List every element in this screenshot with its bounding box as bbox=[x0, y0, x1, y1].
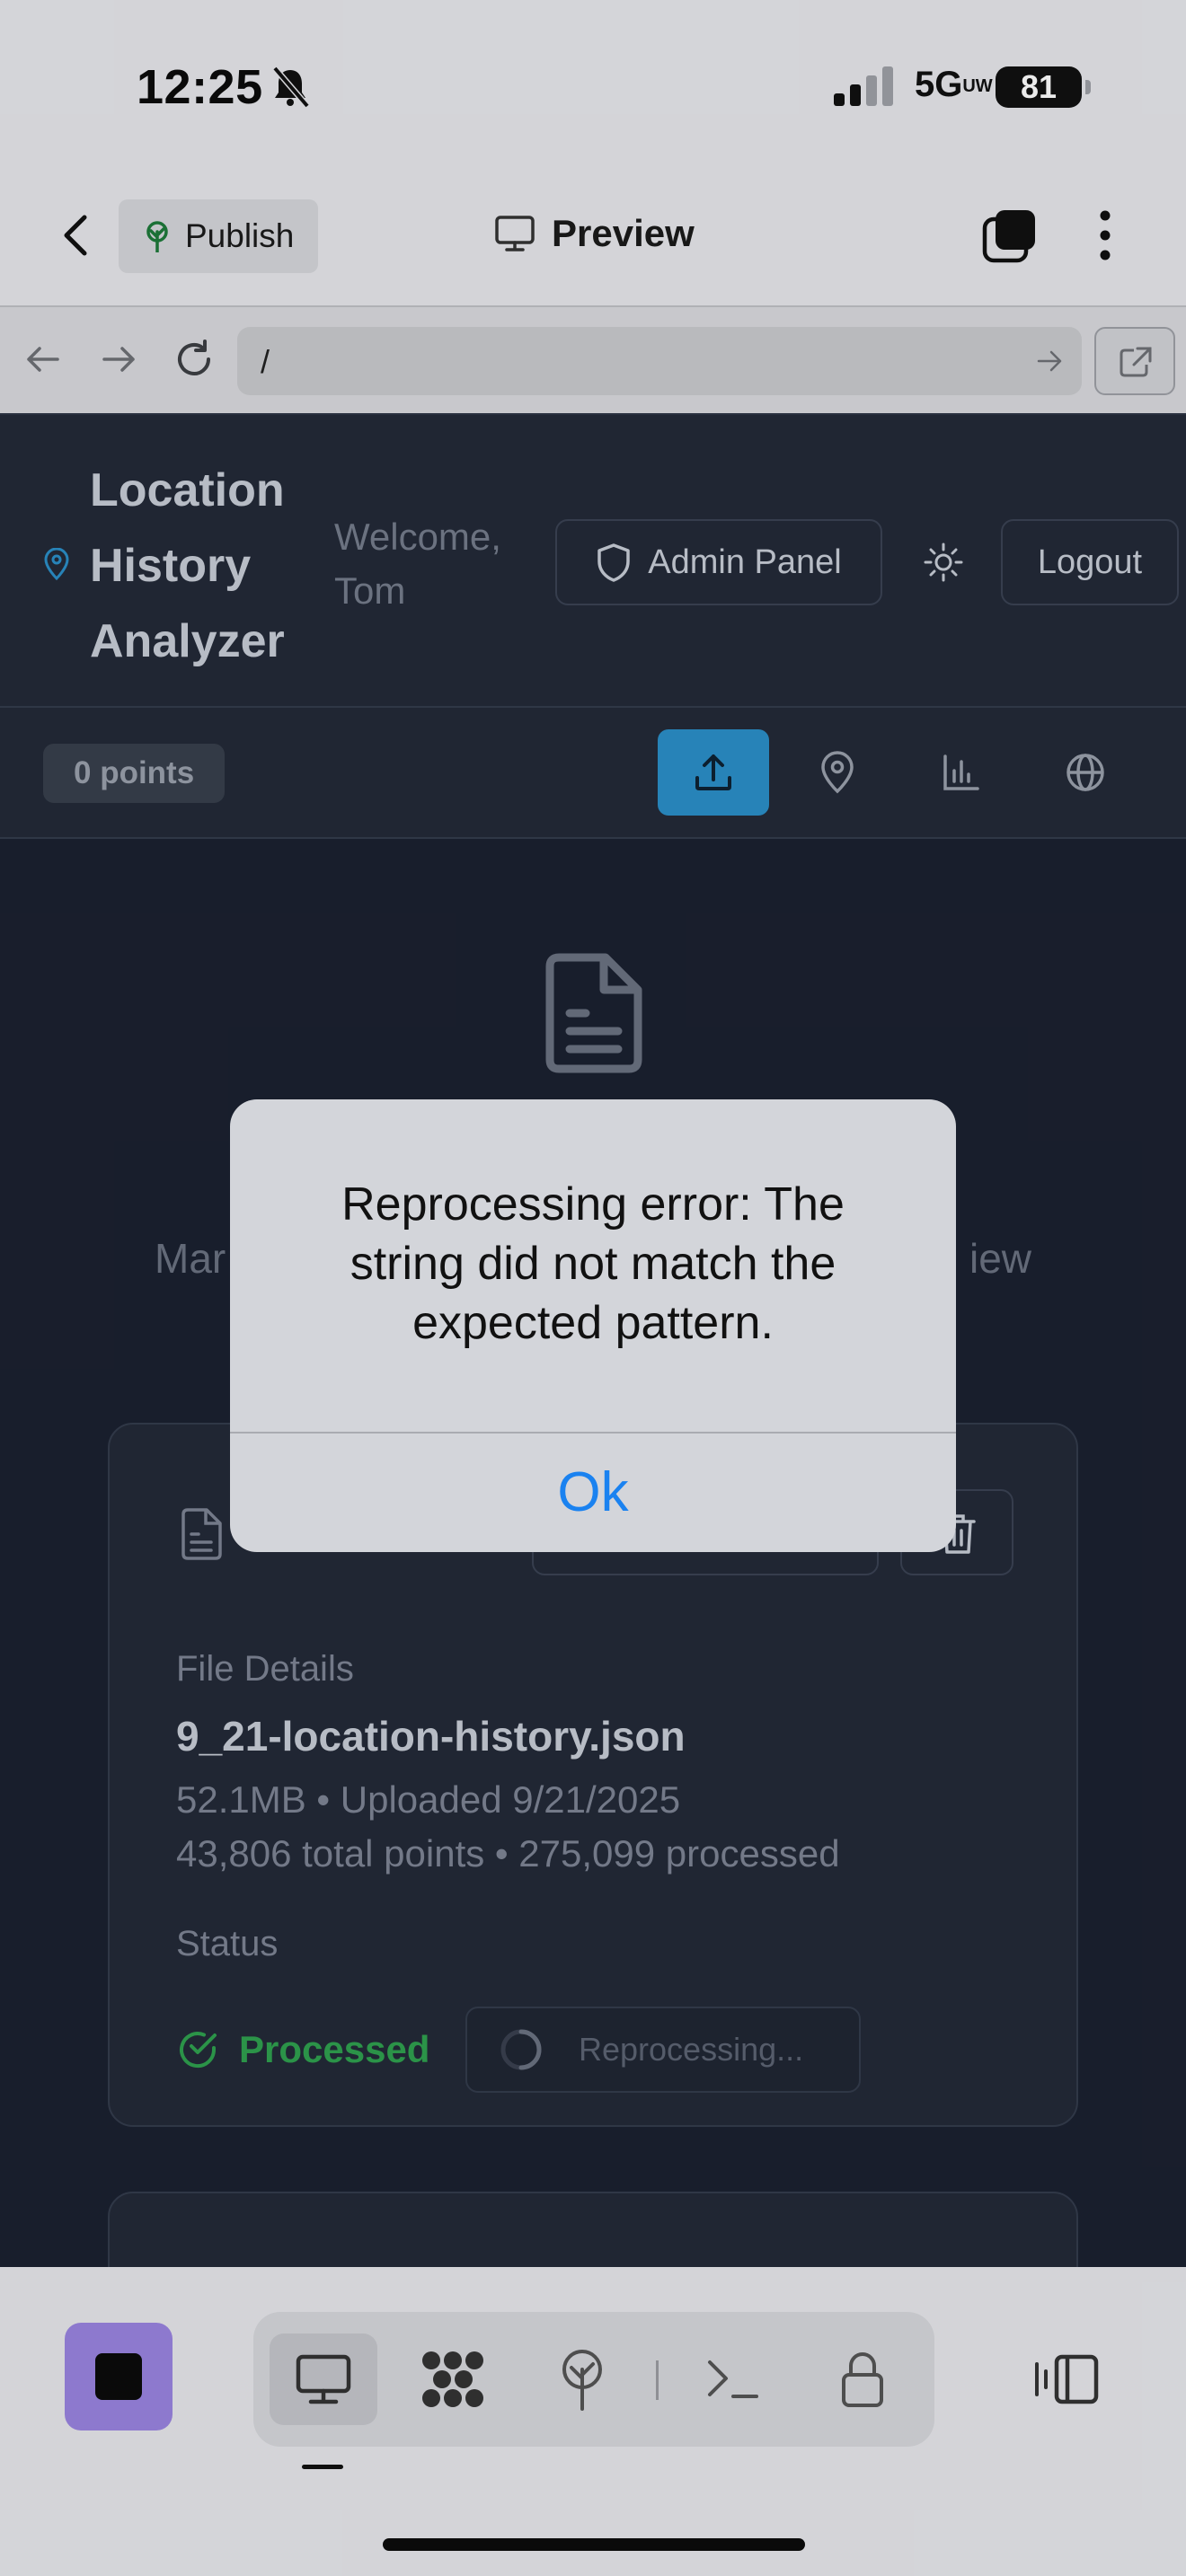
alert-dialog: Reprocessing error: The string did not m… bbox=[230, 1099, 956, 1552]
alert-message: Reprocessing error: The string did not m… bbox=[341, 1178, 845, 1349]
alert-ok-button[interactable]: Ok bbox=[230, 1434, 956, 1552]
